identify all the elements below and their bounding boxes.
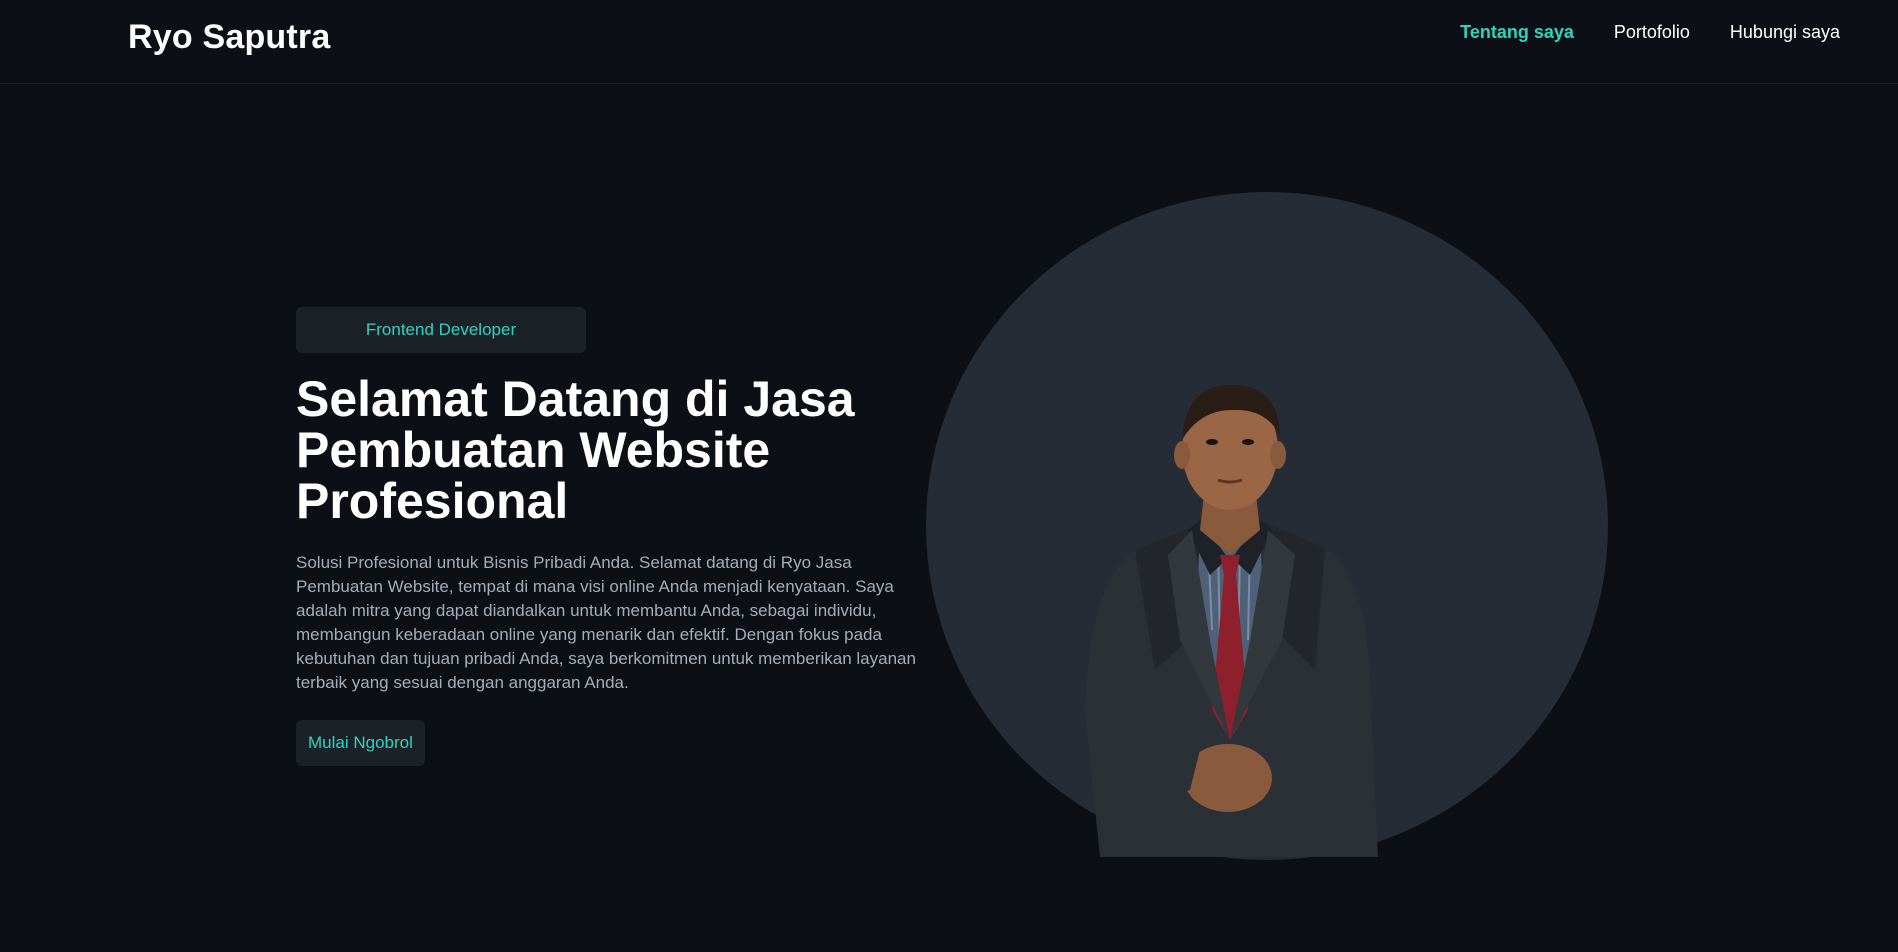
main-nav: Tentang saya Portofolio Hubungi saya (1460, 22, 1840, 43)
person-portrait-icon (1085, 385, 1378, 857)
hero-description: Solusi Profesional untuk Bisnis Pribadi … (296, 553, 916, 692)
hero-title: Selamat Datang di Jasa Pembuatan Website… (296, 371, 855, 529)
role-badge: Frontend Developer (296, 307, 586, 353)
brand-logo[interactable]: Ryo Saputra (128, 18, 330, 57)
page: Ryo Saputra Tentang saya Portofolio Hubu… (0, 0, 1898, 952)
nav-link-tentang-saya[interactable]: Tentang saya (1460, 22, 1574, 43)
nav-link-portofolio[interactable]: Portofolio (1614, 22, 1690, 43)
nav-link-hubungi-saya[interactable]: Hubungi saya (1730, 22, 1840, 43)
start-chat-button[interactable]: Mulai Ngobrol (296, 720, 425, 766)
site-header: Ryo Saputra Tentang saya Portofolio Hubu… (0, 0, 1898, 84)
